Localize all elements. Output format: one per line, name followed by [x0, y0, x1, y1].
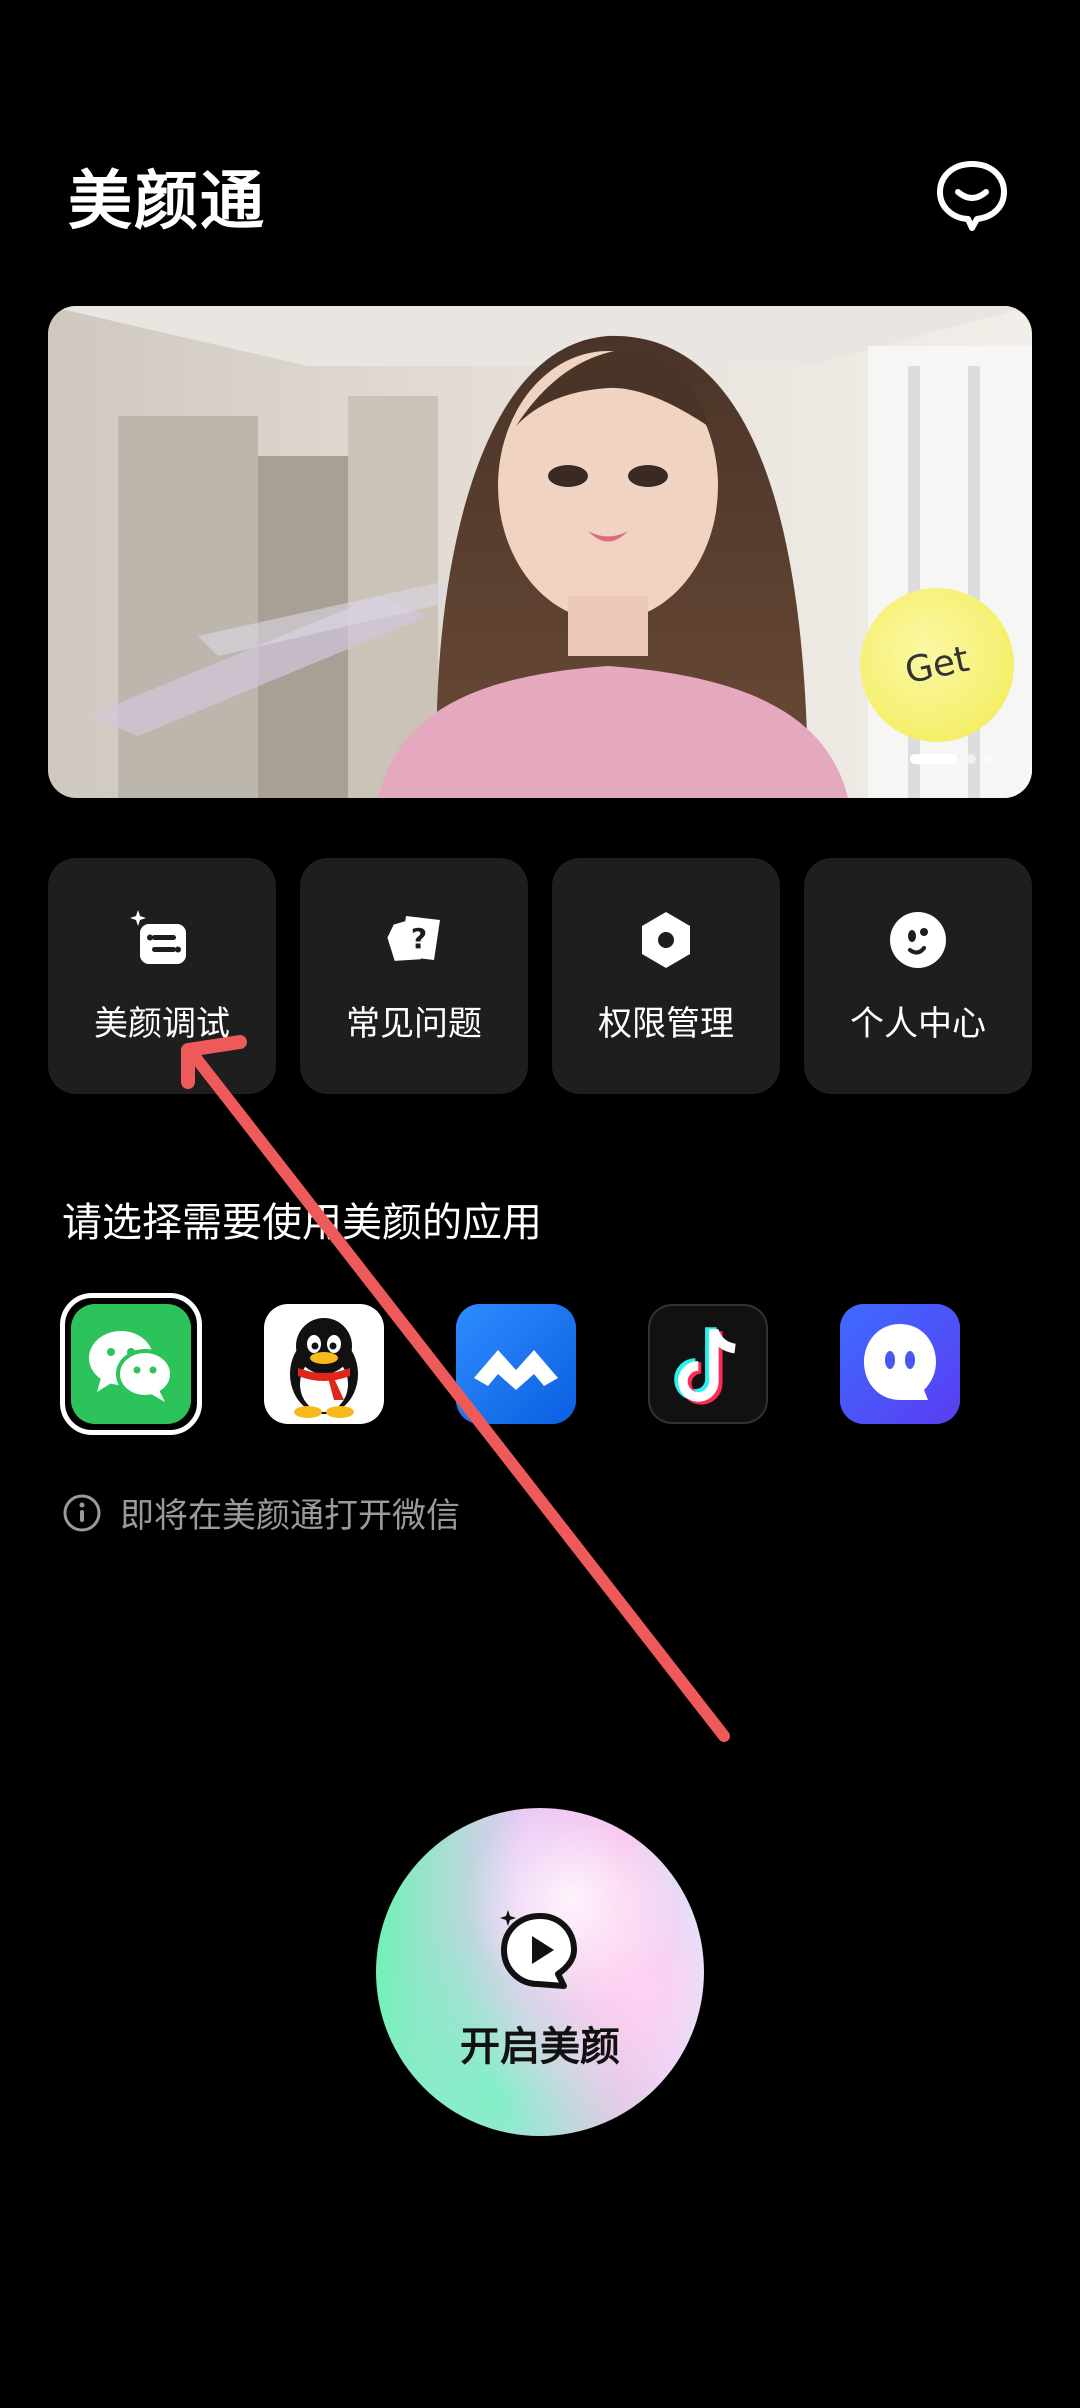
svg-text:?: ? — [411, 922, 427, 955]
tile-label: 美颜调试 — [94, 1004, 230, 1044]
chat-bubble-icon — [937, 161, 1007, 231]
douyin-icon — [674, 1327, 736, 1405]
tile-label: 常见问题 — [346, 1004, 482, 1044]
promo-banner[interactable]: Get — [48, 306, 1032, 798]
tile-permission[interactable]: 权限管理 — [552, 858, 780, 1094]
play-chat-icon — [500, 1910, 577, 1989]
permission-icon — [642, 912, 690, 968]
tile-faq[interactable]: ? 常见问题 — [300, 858, 528, 1094]
screen: 美颜通 Get 美颜调试 ? 常见问题 权限管理 个人中心 请选择需要使用美颜的… — [0, 0, 1080, 2408]
qq-penguin-icon — [290, 1318, 358, 1418]
carousel-indicator — [910, 754, 994, 764]
app-tencent-meeting[interactable] — [456, 1304, 576, 1424]
tile-profile[interactable]: 个人中心 — [804, 858, 1032, 1094]
carousel-dot — [966, 754, 976, 764]
app-qq[interactable] — [264, 1304, 384, 1424]
chat-ghost-icon — [840, 1304, 960, 1424]
hint-text: 即将在美颜通打开微信 — [120, 1496, 460, 1536]
tile-label: 权限管理 — [598, 1004, 734, 1044]
banner-image — [48, 306, 1032, 798]
profile-icon — [890, 912, 946, 968]
open-app-hint: 即将在美颜通打开微信 — [62, 1488, 460, 1537]
chat-button[interactable] — [932, 156, 1012, 236]
app-wechat[interactable] — [71, 1304, 191, 1424]
meeting-icon — [456, 1304, 576, 1424]
start-button-label: 开启美颜 — [460, 2024, 620, 2070]
beauty-adjust-icon — [130, 910, 186, 964]
app-douyin[interactable] — [648, 1304, 768, 1424]
app-five[interactable] — [840, 1304, 960, 1424]
feature-tiles: 美颜调试 ? 常见问题 权限管理 个人中心 — [48, 858, 1032, 1094]
apps-section-title: 请选择需要使用美颜的应用 — [62, 1200, 542, 1246]
carousel-dot — [910, 754, 958, 764]
wechat-icon — [89, 1331, 174, 1402]
carousel-dot — [984, 754, 994, 764]
start-beauty-button[interactable]: 开启美颜 — [376, 1808, 704, 2136]
faq-icon: ? — [387, 916, 440, 961]
page-title: 美颜通 — [68, 165, 266, 239]
tile-label: 个人中心 — [850, 1004, 986, 1044]
tile-beauty-adjust[interactable]: 美颜调试 — [48, 858, 276, 1094]
info-icon — [63, 1494, 101, 1531]
